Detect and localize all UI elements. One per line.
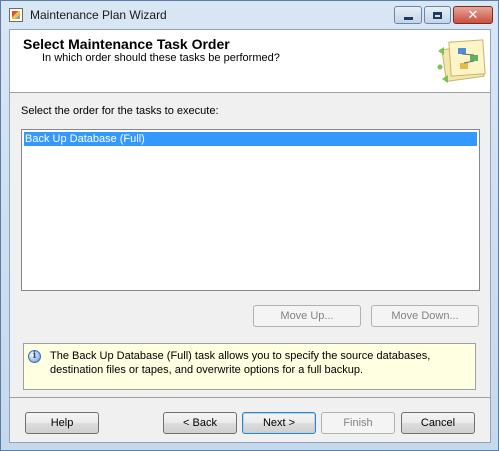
window-title: Maintenance Plan Wizard (30, 8, 167, 22)
minimize-icon (403, 16, 413, 20)
move-up-button[interactable]: Move Up... (253, 305, 361, 327)
move-down-button[interactable]: Move Down... (371, 305, 479, 327)
cancel-button[interactable]: Cancel (401, 412, 475, 434)
page-title: Select Maintenance Task Order (23, 36, 230, 52)
help-button[interactable]: Help (25, 412, 99, 434)
footer-divider (10, 397, 490, 398)
task-order-label: Select the order for the tasks to execut… (21, 105, 219, 117)
close-icon: ✕ (467, 7, 479, 23)
task-description-text: The Back Up Database (Full) task allows … (50, 350, 431, 376)
wizard-header-graphic (437, 39, 486, 83)
maximize-icon (433, 11, 442, 19)
title-bar[interactable]: Maintenance Plan Wizard ✕ (1, 1, 498, 29)
finish-button[interactable]: Finish (321, 412, 395, 434)
task-order-list[interactable]: Back Up Database (Full) (21, 129, 480, 291)
close-button[interactable]: ✕ (453, 6, 493, 24)
info-icon: i (28, 350, 41, 363)
next-button[interactable]: Next > (242, 412, 316, 434)
minimize-button[interactable] (394, 6, 422, 24)
list-item[interactable]: Back Up Database (Full) (24, 132, 477, 146)
back-button[interactable]: < Back (163, 412, 237, 434)
maximize-button[interactable] (424, 6, 451, 24)
wizard-content: Select Maintenance Task Order In which o… (9, 29, 491, 443)
wizard-app-icon[interactable] (9, 8, 23, 22)
wizard-header: Select Maintenance Task Order In which o… (10, 30, 490, 93)
page-subtitle: In which order should these tasks be per… (42, 52, 280, 64)
wizard-window: Maintenance Plan Wizard ✕ Select Mainten… (0, 0, 499, 451)
task-description-box: i The Back Up Database (Full) task allow… (23, 343, 476, 390)
